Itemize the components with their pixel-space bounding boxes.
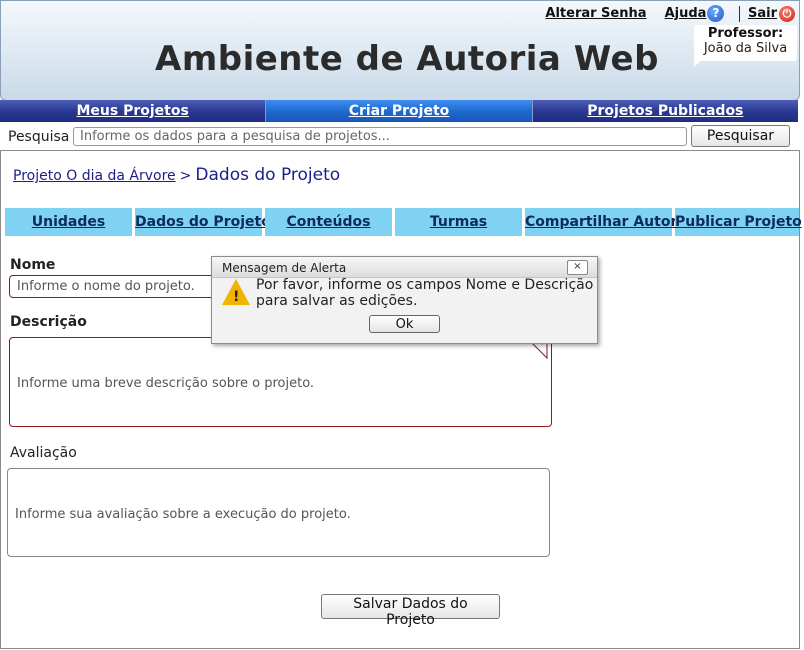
name-label: Nome [10, 257, 56, 273]
app-title: Ambiente de Autoria Web [155, 39, 659, 79]
power-icon[interactable]: ⏻ [779, 5, 795, 22]
breadcrumb-current: Dados do Projeto [195, 165, 341, 185]
breadcrumb: Projeto O dia da Árvore > Dados do Projeto [13, 165, 340, 185]
alert-message: Por favor, informe os campos Nome e Desc… [256, 277, 594, 309]
top-links: Alterar Senha Ajuda? Sair ⏻ [545, 5, 795, 25]
divider [738, 5, 740, 22]
project-tabs: Unidades Dados do Projeto Conteúdos Turm… [5, 208, 802, 236]
search-button[interactable]: Pesquisar [691, 125, 790, 147]
tab-publish-project[interactable]: Publicar Projeto [675, 208, 802, 236]
user-info: Professor: João da Silva [694, 25, 797, 61]
warning-icon-mark: ! [233, 289, 240, 305]
evaluation-textarea[interactable]: Informe sua avaliação sobre a execução d… [7, 468, 550, 557]
description-label: Descrição [10, 314, 87, 330]
tab-units[interactable]: Unidades [5, 208, 132, 236]
tab-project-data[interactable]: Dados do Projeto [135, 208, 271, 236]
search-bar: Pesquisa Pesquisar [0, 124, 798, 150]
save-project-button[interactable]: Salvar Dados do Projeto [321, 594, 500, 628]
alert-title: Mensagem de Alerta [222, 261, 347, 275]
description-textarea[interactable]: Informe uma breve descrição sobre o proj… [9, 337, 552, 427]
description-placeholder: Informe uma breve descrição sobre o proj… [17, 376, 315, 391]
logout-link[interactable]: Sair [748, 6, 777, 21]
close-icon[interactable]: × [567, 260, 588, 275]
tab-share-authorship[interactable]: Compartilhar Autoria [525, 208, 692, 236]
nav-my-projects[interactable]: Meus Projetos [0, 100, 267, 122]
search-input[interactable] [73, 127, 687, 146]
tab-contents[interactable]: Conteúdos [265, 208, 392, 236]
search-label: Pesquisa [8, 129, 70, 145]
tab-classes[interactable]: Turmas [395, 208, 522, 236]
nav-published-projects[interactable]: Projetos Publicados [533, 100, 798, 122]
alert-titlebar: Mensagem de Alerta × [212, 257, 597, 278]
main-nav: Meus Projetos Criar Projeto Projetos Pub… [0, 100, 798, 122]
help-icon[interactable]: ? [707, 5, 725, 22]
name-placeholder: Informe o nome do projeto. [17, 279, 195, 294]
change-password-link[interactable]: Alterar Senha [545, 6, 646, 21]
header: Ambiente de Autoria Web Alterar Senha Aj… [0, 0, 800, 101]
alert-dialog: Mensagem de Alerta × ! Por favor, inform… [211, 256, 598, 344]
breadcrumb-separator: > [179, 168, 192, 184]
alert-ok-button[interactable]: Ok [369, 315, 440, 333]
user-info-tail [694, 59, 703, 67]
evaluation-label: Avaliação [10, 445, 77, 461]
user-role: Professor: [707, 26, 784, 41]
main-panel: Projeto O dia da Árvore > Dados do Projeto… [0, 150, 802, 649]
evaluation-placeholder: Informe sua avaliação sobre a execução d… [15, 507, 351, 522]
nav-create-project[interactable]: Criar Projeto [266, 100, 533, 122]
help-link[interactable]: Ajuda [665, 6, 707, 21]
user-name: João da Silva [703, 41, 788, 56]
breadcrumb-project-link[interactable]: Projeto O dia da Árvore [13, 168, 176, 184]
